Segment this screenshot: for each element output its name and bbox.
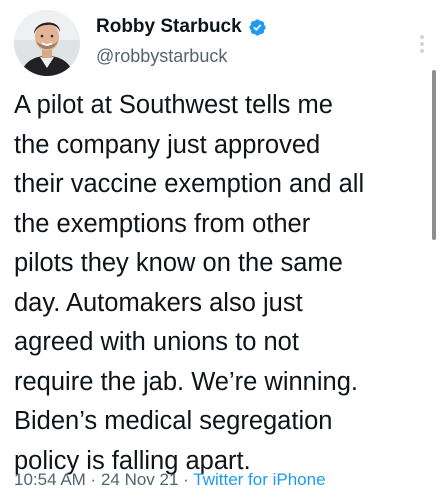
tweet-text-line: agreed with unions to not [14,328,299,356]
tweet-text-line: Biden’s medical segregation [14,407,333,435]
tweet-text-line: the exemptions from other [14,209,311,238]
author-names: Robby Starbuck @robbystarbuck [96,14,267,67]
tweet-text-line: day. Automakers also just [14,288,303,317]
verified-badge-icon [249,18,266,36]
display-name[interactable]: Robby Starbuck [96,16,242,38]
meta-separator: · [85,470,101,489]
tweet-text-line: the company just approved [14,130,321,159]
display-name-row: Robby Starbuck [96,14,267,40]
avatar-photo [14,10,80,76]
more-options-icon[interactable] [412,32,432,56]
tweet-header: Robby Starbuck @robbystarbuck [14,10,424,78]
tweet-text-line: pilots they know on the same [14,249,343,277]
tweet-meta: 10:54 AM · 24 Nov 21 · Twitter for iPhon… [14,470,326,490]
tweet-text: A pilot at Southwest tells me the compan… [14,86,428,481]
tweet-card: Robby Starbuck @robbystarbuck A pilot at… [0,0,440,500]
tweet-text-line: their vaccine exemption and all [14,170,365,198]
scrollbar[interactable] [432,70,436,240]
tweet-text-line: A pilot at Southwest tells me [14,91,333,119]
tweet-date[interactable]: 24 Nov 21 [101,470,179,489]
tweet-time[interactable]: 10:54 AM [14,470,86,489]
tweet-text-line: require the jab. We’re winning. [14,367,358,396]
handle[interactable]: @robbystarbuck [96,46,267,67]
tweet-source[interactable]: Twitter for iPhone [193,470,325,489]
avatar[interactable] [14,10,80,76]
meta-separator: · [178,470,194,489]
